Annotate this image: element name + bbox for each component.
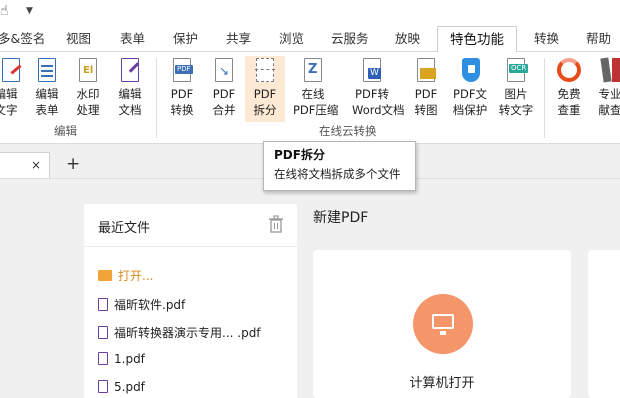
edit-form-button[interactable]: 编辑 表单: [27, 56, 67, 118]
hand-tool-icon[interactable]: ☝: [0, 3, 9, 19]
add-tab-icon[interactable]: +: [66, 156, 80, 173]
tab-cloud[interactable]: 云服务: [331, 26, 369, 52]
recent-file-item[interactable]: 福昕转换器演示专用... .pdf: [98, 324, 261, 341]
tab-form[interactable]: 表单: [120, 26, 145, 52]
online-compress-button[interactable]: Z 在线 PDF压缩: [293, 56, 338, 118]
tab-protect[interactable]: 保护: [173, 26, 198, 52]
ribbon-separator: [156, 58, 157, 138]
card-label: 计算机打开: [409, 376, 475, 391]
computer-icon: [413, 294, 473, 354]
tab-share[interactable]: 共享: [226, 26, 251, 52]
plagiarism-check-button[interactable]: 免费 查重: [549, 56, 589, 118]
tab-help[interactable]: 帮助: [586, 26, 611, 52]
pdf-file-icon: [98, 298, 108, 311]
ribbon: 编辑 文字 编辑 表单 El 水印 处理 编辑 文档 PDF PDF 转换 ↘ PDF 合并…: [0, 52, 620, 144]
pdf-merge-button[interactable]: ↘ PDF 合并: [204, 56, 244, 118]
pdf-file-icon: [98, 326, 108, 339]
open-from-computer-card[interactable]: 计算机打开: [313, 250, 571, 398]
tooltip-description: 在线将文档拆成多个文件: [274, 167, 401, 181]
pdf-file-icon: [98, 380, 108, 393]
tooltip-title: PDF拆分: [274, 148, 325, 162]
pdf-split-button[interactable]: PDF 拆分: [245, 56, 285, 122]
quick-access-bar: ☝ ▼: [0, 0, 620, 26]
group-label-online: 在线云转换: [319, 124, 377, 138]
next-card[interactable]: [588, 250, 620, 398]
pdf-to-word-button[interactable]: W PDF转 Word文档: [352, 56, 405, 118]
pdf-file-icon: [98, 352, 108, 365]
recent-files-panel: 最近文件 打开... 福昕软件.pdf 福昕转换器演示专用... .pdf 1.…: [84, 204, 297, 398]
tab-features[interactable]: 特色功能: [437, 26, 517, 53]
trash-icon[interactable]: [268, 215, 284, 233]
panel-divider: [84, 246, 297, 247]
watermark-button[interactable]: El 水印 处理: [68, 56, 108, 118]
image-to-text-button[interactable]: OCR 图片 转文字: [496, 56, 536, 118]
edit-text-button[interactable]: 编辑 文字: [0, 56, 26, 118]
new-pdf-title: 新建PDF: [313, 210, 369, 226]
tab-browse[interactable]: 浏览: [279, 26, 304, 52]
menu-tab-bar: 多&签名 视图 表单 保护 共享 浏览 云服务 放映 特色功能 转换 帮助: [0, 26, 620, 53]
recent-file-item[interactable]: 5.pdf: [98, 380, 145, 394]
pdf-convert-button[interactable]: PDF PDF 转换: [162, 56, 202, 118]
literature-check-button[interactable]: 专业 献查: [590, 56, 620, 118]
open-file-item[interactable]: 打开...: [98, 267, 153, 284]
document-tab[interactable]: ×: [0, 152, 50, 178]
close-tab-icon[interactable]: ×: [31, 158, 41, 172]
pdf-protect-button[interactable]: PDF文 档保护: [450, 56, 490, 118]
recent-files-title: 最近文件: [98, 221, 151, 236]
tab-slideshow[interactable]: 放映: [395, 26, 420, 52]
folder-icon: [98, 270, 112, 281]
pdf-to-image-button[interactable]: PDF 转图: [406, 56, 446, 118]
ribbon-separator: [544, 58, 545, 138]
recent-file-item[interactable]: 1.pdf: [98, 352, 145, 366]
group-label-edit: 编辑: [54, 124, 77, 138]
tooltip: PDF拆分 在线将文档拆成多个文件: [263, 141, 416, 191]
recent-file-item[interactable]: 福昕软件.pdf: [98, 296, 185, 313]
tab-view[interactable]: 视图: [66, 26, 91, 52]
tab-convert[interactable]: 转换: [534, 26, 559, 52]
edit-document-button[interactable]: 编辑 文档: [110, 56, 150, 118]
customize-dropdown-icon[interactable]: ▼: [26, 6, 33, 16]
tab-sign[interactable]: 多&签名: [0, 26, 45, 52]
